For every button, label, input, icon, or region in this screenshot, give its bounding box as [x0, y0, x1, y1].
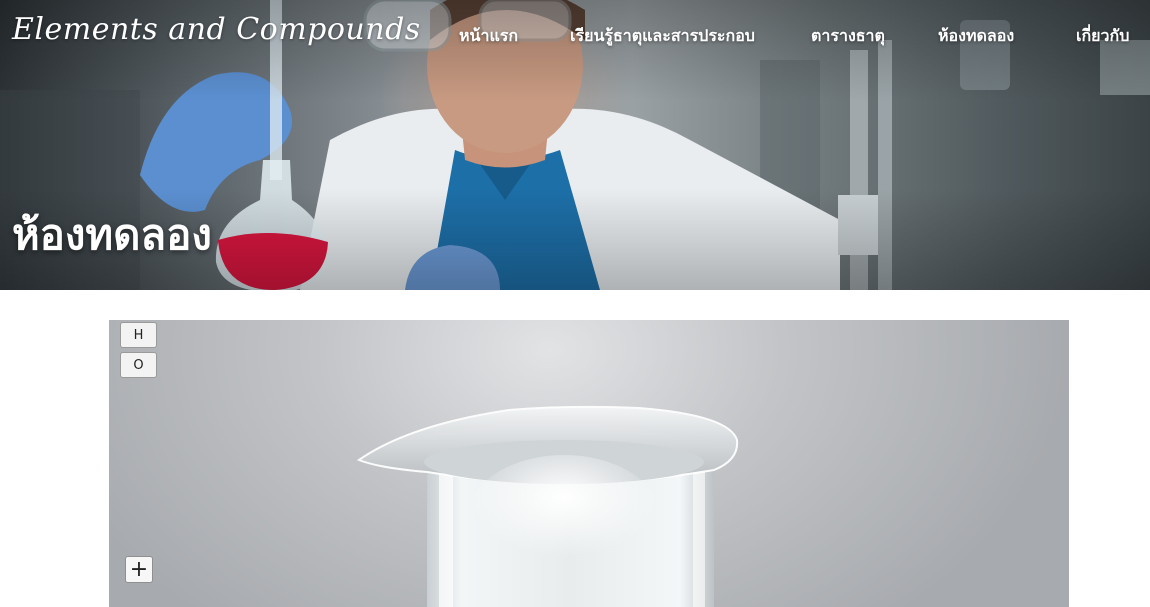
element-button-o[interactable]: O [120, 352, 157, 378]
nav-lab[interactable]: ห้องทดลอง [938, 24, 1014, 49]
nav-about[interactable]: เกี่ยวกับ [1076, 24, 1129, 49]
beaker-3d[interactable] [109, 320, 1069, 607]
element-button-h[interactable]: H [120, 322, 157, 348]
page-title: ห้องทดลอง [12, 210, 212, 259]
nav-learn[interactable]: เรียนรู้ธาตุและสารประกอบ [570, 24, 755, 49]
lab-viewport[interactable]: H O + [109, 320, 1069, 607]
nav-periodic-table[interactable]: ตารางธาตุ [811, 24, 885, 49]
main-nav: หน้าแรก เรียนรู้ธาตุและสารประกอบ ตารางธา… [0, 24, 1150, 50]
nav-home[interactable]: หน้าแรก [459, 24, 518, 49]
hero-banner: Elements and Compounds หน้าแรก เรียนรู้ธ… [0, 0, 1150, 290]
add-button[interactable]: + [125, 556, 153, 583]
